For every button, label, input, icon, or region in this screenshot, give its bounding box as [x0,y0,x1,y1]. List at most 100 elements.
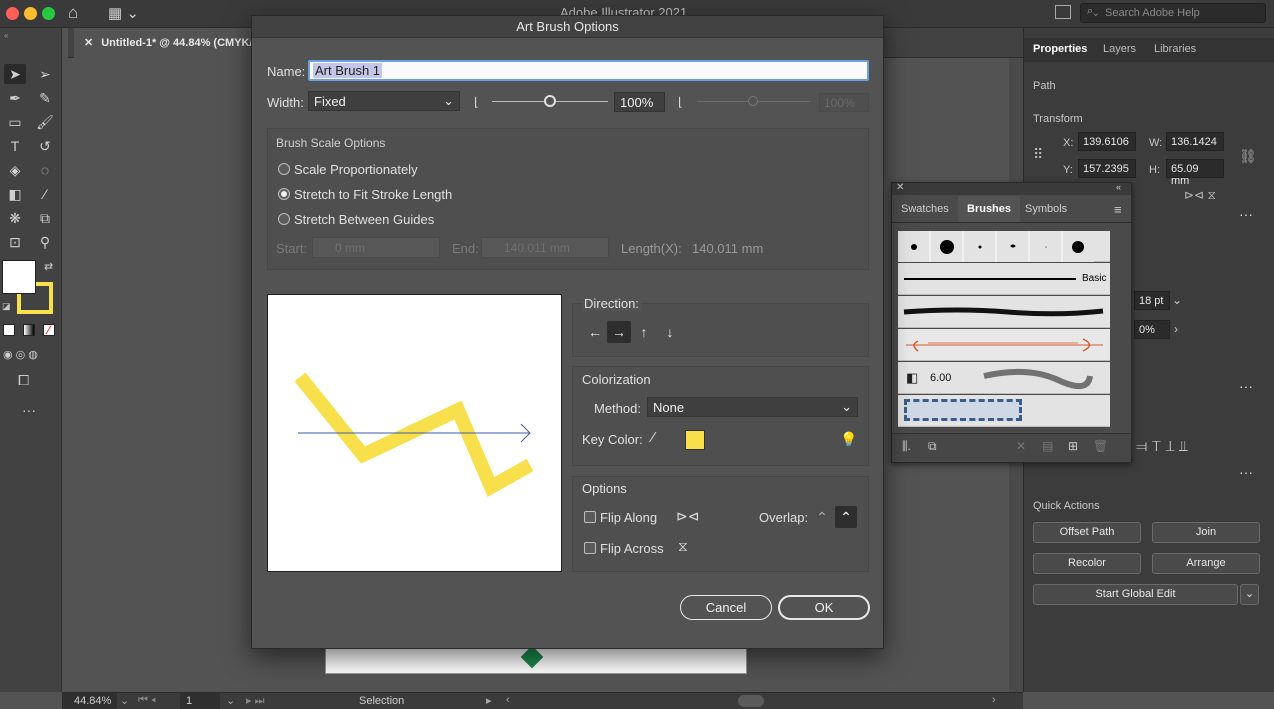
collapse-icon[interactable]: « [4,31,8,40]
libraries-panel-icon[interactable]: ⧉ [928,439,937,454]
screen-mode-icon[interactable]: ⧠ [18,372,29,389]
direction-up-button[interactable]: ↑ [632,321,656,343]
none-mode-icon[interactable]: ⁄ [43,324,55,336]
rectangle-tool-icon[interactable]: ▭ [4,112,26,132]
lasso-tool-icon[interactable]: ◌ [34,160,56,180]
x-field[interactable]: 139.6106 [1078,132,1136,151]
tab-layers[interactable]: Layers [1103,43,1136,55]
more-tools-icon[interactable]: ··· [22,402,36,418]
tab-properties[interactable]: Properties [1033,43,1087,55]
more-options-icon[interactable]: ··· [1239,206,1253,222]
close-panel-icon[interactable]: ✕ [896,182,904,193]
tab-libraries[interactable]: Libraries [1154,43,1196,55]
close-tab-icon[interactable]: ✕ [84,37,93,49]
artboard-number-field[interactable]: 1 [180,693,220,709]
maximize-window-button[interactable] [42,7,55,20]
selection-tool-icon[interactable]: ➤ [4,64,26,84]
canvas-shape[interactable] [520,645,544,669]
first-artboard-icon[interactable]: ⏮ ◂ [138,694,156,707]
flip-icons[interactable]: ⊳⊲ ⧖ [1184,188,1216,203]
artboard-dropdown-icon[interactable]: ⌄ [226,694,235,707]
puppet-warp-tool-icon[interactable]: ❋ [4,208,26,228]
opacity-field[interactable]: 0% [1134,320,1170,339]
tab-brushes[interactable]: Brushes [958,196,1021,222]
stroke-weight-field[interactable]: 18 pt [1134,291,1170,310]
scale-proportionately-radio[interactable] [278,163,290,175]
flip-across-checkbox[interactable] [584,542,596,554]
workspace-layout-icon[interactable]: ▦ ⌄ [108,4,139,22]
method-select[interactable]: None ⌄ [647,397,858,417]
cancel-button[interactable]: Cancel [680,595,772,620]
reference-point-icon[interactable]: ⠿ [1033,146,1043,163]
zoom-field[interactable]: 44.84% [62,693,117,709]
stretch-to-fit-radio[interactable] [278,188,290,200]
artboard-tool-icon[interactable]: ⊡ [4,232,26,252]
join-button[interactable]: Join [1152,522,1260,543]
more-options-icon-2[interactable]: ··· [1239,378,1253,394]
chevron-down-icon[interactable]: ⌄ [1172,293,1182,307]
minimize-window-button[interactable] [24,7,37,20]
swap-fill-stroke-icon[interactable]: ⇄ [44,260,53,273]
align-icons[interactable]: ⫤ ⊤ ⊥ ⫫ [1136,438,1188,455]
status-menu-icon[interactable]: ▸ [486,694,492,707]
list-item[interactable] [898,231,1110,262]
more-options-icon-3[interactable]: ··· [1239,464,1253,480]
tab-symbols[interactable]: Symbols [1016,196,1076,222]
direction-down-button[interactable]: ↓ [658,321,682,343]
search-input[interactable]: Search Adobe Help [1080,3,1266,23]
new-brush-icon[interactable]: ⊞ [1068,439,1078,453]
stretch-between-guides-radio[interactable] [278,213,290,225]
width-select[interactable]: Fixed ⌄ [308,91,460,111]
horizontal-scrollbar-thumb[interactable] [738,695,764,707]
paintbrush-tool-icon[interactable]: 🖌 [34,112,56,132]
close-window-button[interactable] [6,7,19,20]
list-item[interactable]: Basic [898,263,1110,295]
type-tool-icon[interactable]: T [4,136,26,156]
home-icon[interactable]: ⌂ [68,3,78,23]
rotate-tool-icon[interactable]: ↺ [34,136,56,156]
gradient-tool-icon[interactable]: ◧ [4,184,26,204]
fill-color-swatch[interactable] [2,260,36,294]
name-input[interactable]: Art Brush 1 [308,60,869,81]
eyedropper-icon[interactable]: ⁄ [652,429,655,446]
list-item[interactable] [898,329,1110,361]
color-mode-icon[interactable] [3,324,15,336]
document-tab[interactable]: ✕ Untitled-1* @ 44.84% (CMYK/P [74,28,264,58]
panel-toggle-icon[interactable] [1055,5,1071,19]
width-percent-field[interactable]: 100% [614,92,665,112]
brush-libraries-icon[interactable]: ⫼. [902,439,911,454]
scroll-left-icon[interactable]: ‹ [506,694,510,706]
global-edit-dropdown-icon[interactable]: ⌄ [1240,584,1259,605]
zoom-tool-icon[interactable]: ⚲ [34,232,56,252]
direct-selection-tool-icon[interactable]: ➢ [34,64,56,84]
tips-lightbulb-icon[interactable]: 💡 [840,431,857,448]
recolor-button[interactable]: Recolor [1033,553,1141,574]
curvature-tool-icon[interactable]: ✎ [34,88,56,108]
overlap-adjust-corners-button[interactable]: ⌃ [811,506,833,528]
overlap-no-adjust-button[interactable]: ⌃ [835,506,857,528]
draw-normal-icon[interactable]: ◉ ◎ ◍ [3,348,38,361]
offset-path-button[interactable]: Offset Path [1033,522,1141,543]
key-color-swatch[interactable] [685,430,705,450]
gradient-mode-icon[interactable] [23,324,35,336]
w-field[interactable]: 136.1424 [1166,132,1224,151]
list-item[interactable]: ◧ 6.00 [898,362,1110,394]
list-item[interactable] [898,395,1110,427]
chevron-right-icon[interactable]: › [1174,322,1178,336]
width-slider-handle[interactable] [544,95,556,107]
tab-swatches[interactable]: Swatches [892,196,958,222]
eyedropper-tool-icon[interactable]: ⁄ [34,184,56,204]
next-artboard-icon[interactable]: ▸ ⏭ [246,694,264,708]
direction-right-button[interactable]: → [607,321,631,343]
eraser-tool-icon[interactable]: ◈ [4,160,26,180]
collapse-panel-icon[interactable]: « [1116,182,1121,192]
default-colors-icon[interactable]: ◪ [2,301,11,312]
zoom-dropdown-icon[interactable]: ⌄ [120,694,129,707]
direction-left-button[interactable]: ← [583,321,607,343]
y-field[interactable]: 157.2395 [1078,159,1136,178]
start-global-edit-button[interactable]: Start Global Edit [1033,584,1238,605]
pen-tool-icon[interactable]: ✒ [4,88,26,108]
shape-builder-tool-icon[interactable]: ⧉ [34,208,56,228]
panel-menu-icon[interactable]: ≡ [1114,202,1122,217]
arrange-button[interactable]: Arrange [1152,553,1260,574]
